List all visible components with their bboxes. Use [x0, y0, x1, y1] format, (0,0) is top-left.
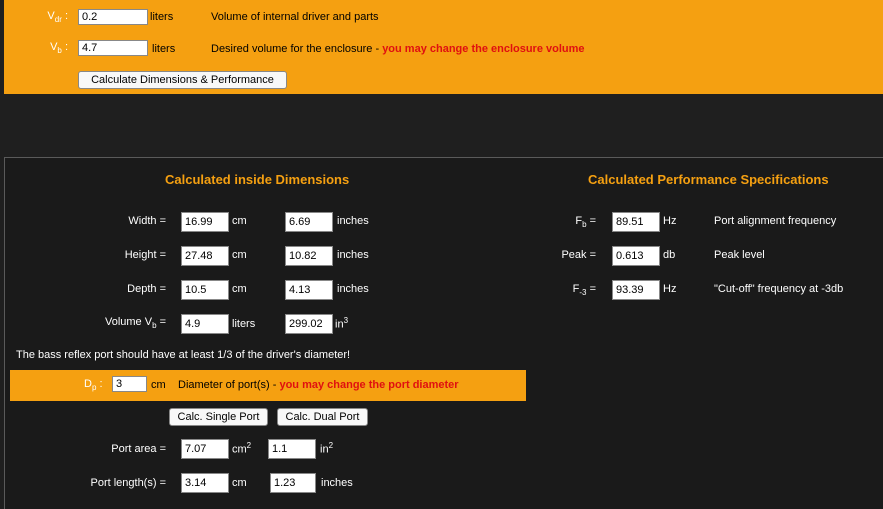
- dp-colon: :: [99, 378, 103, 390]
- port-diameter-input[interactable]: 3: [112, 376, 147, 392]
- depth-label: Depth =: [127, 283, 166, 295]
- dp-subscript: p: [91, 383, 97, 393]
- volume-in3-unit-text: in: [335, 318, 344, 331]
- peak-unit: db: [663, 249, 676, 261]
- port-area-cm2-unit: cm2: [232, 441, 251, 456]
- depth-inches-unit: inches: [337, 283, 369, 295]
- f3-subscript: -3: [579, 288, 587, 298]
- f3-unit: Hz: [663, 283, 677, 295]
- peak-field[interactable]: 0.613: [612, 246, 660, 266]
- width-inches-field[interactable]: 6.69: [285, 212, 333, 232]
- dp-description: Diameter of port(s) - you may change the…: [178, 379, 459, 391]
- port-length-cm-unit: cm: [232, 477, 247, 489]
- volume-label-text: Volume V: [104, 316, 153, 328]
- vb-change-note: you may change the enclosure volume: [382, 43, 585, 55]
- vb-input[interactable]: 4.7: [78, 40, 148, 56]
- f3-field[interactable]: 93.39: [612, 280, 660, 300]
- depth-inches-field[interactable]: 4.13: [285, 280, 333, 300]
- port-advice-note: The bass reflex port should have at leas…: [16, 349, 351, 361]
- vdr-label: Vdr :: [28, 10, 68, 24]
- depth-cm-unit: cm: [232, 283, 247, 295]
- port-area-in2-field[interactable]: 1.1: [268, 439, 316, 459]
- results-panel: [4, 157, 883, 509]
- f3-description: "Cut-off" frequency at -3db: [714, 283, 844, 295]
- volume-label-equals: =: [156, 316, 166, 328]
- depth-cm-field[interactable]: 10.5: [181, 280, 229, 300]
- vdr-subscript: dr: [54, 15, 62, 25]
- vdr-input[interactable]: 0.2: [78, 9, 148, 25]
- dp-label: Dp :: [84, 378, 103, 392]
- port-area-in2-unit: in2: [320, 441, 333, 456]
- width-label: Width =: [128, 215, 166, 227]
- dimensions-heading: Calculated inside Dimensions: [165, 172, 350, 187]
- vdr-description: Volume of internal driver and parts: [211, 11, 379, 23]
- calc-single-port-button[interactable]: Calc. Single Port: [169, 408, 268, 426]
- port-area-in2-unit-text: in: [320, 443, 329, 456]
- peak-description: Peak level: [714, 249, 765, 261]
- port-length-cm-field[interactable]: 3.14: [181, 473, 229, 493]
- fb-label: Fb =: [520, 215, 596, 229]
- dp-symbol: D: [84, 378, 92, 390]
- fb-description: Port alignment frequency: [714, 215, 837, 227]
- calculate-dimensions-button[interactable]: Calculate Dimensions & Performance: [78, 71, 287, 89]
- width-cm-unit: cm: [232, 215, 247, 227]
- vdr-symbol: V: [47, 10, 55, 22]
- f3-label: F-3 =: [520, 283, 596, 297]
- vb-colon: :: [64, 41, 68, 53]
- port-area-label: Port area =: [111, 443, 166, 455]
- dp-unit: cm: [151, 379, 166, 391]
- height-label: Height =: [124, 249, 166, 261]
- volume-in3-field[interactable]: 299.02: [285, 314, 333, 334]
- volume-label: Volume Vb =: [60, 316, 166, 330]
- fb-field[interactable]: 89.51: [612, 212, 660, 232]
- height-cm-field[interactable]: 27.48: [181, 246, 229, 266]
- volume-in3-superscript: 3: [343, 316, 349, 325]
- volume-in3-unit: in3: [335, 316, 348, 331]
- port-area-cm2-field[interactable]: 7.07: [181, 439, 229, 459]
- port-area-in2-superscript: 2: [328, 441, 334, 450]
- port-length-inches-unit: inches: [321, 477, 353, 489]
- performance-heading: Calculated Performance Specifications: [588, 172, 829, 187]
- port-area-cm2-unit-text: cm: [232, 443, 247, 456]
- vb-label: Vb :: [28, 41, 68, 55]
- height-cm-unit: cm: [232, 249, 247, 261]
- volume-liters-field[interactable]: 4.9: [181, 314, 229, 334]
- height-inches-field[interactable]: 10.82: [285, 246, 333, 266]
- peak-symbol: Peak: [561, 249, 587, 261]
- vb-description: Desired volume for the enclosure - you m…: [211, 43, 585, 55]
- port-area-cm2-superscript: 2: [246, 441, 252, 450]
- volume-liters-unit: liters: [232, 318, 256, 330]
- fb-equals: =: [586, 215, 596, 227]
- port-length-label: Port length(s) =: [90, 477, 166, 489]
- vb-unit: liters: [152, 43, 176, 55]
- vb-description-text: Desired volume for the enclosure -: [211, 43, 383, 55]
- vdr-colon: :: [64, 10, 68, 22]
- vdr-unit: liters: [150, 11, 174, 23]
- f3-equals: =: [586, 283, 596, 295]
- fb-unit: Hz: [663, 215, 677, 227]
- dp-change-note: you may change the port diameter: [279, 379, 459, 391]
- width-cm-field[interactable]: 16.99: [181, 212, 229, 232]
- width-inches-unit: inches: [337, 215, 369, 227]
- port-length-inches-field[interactable]: 1.23: [270, 473, 316, 493]
- calc-dual-port-button[interactable]: Calc. Dual Port: [277, 408, 368, 426]
- dp-description-text: Diameter of port(s) -: [178, 379, 280, 391]
- vb-subscript: b: [57, 46, 62, 56]
- peak-equals: =: [586, 249, 596, 261]
- height-inches-unit: inches: [337, 249, 369, 261]
- peak-label: Peak =: [520, 249, 596, 261]
